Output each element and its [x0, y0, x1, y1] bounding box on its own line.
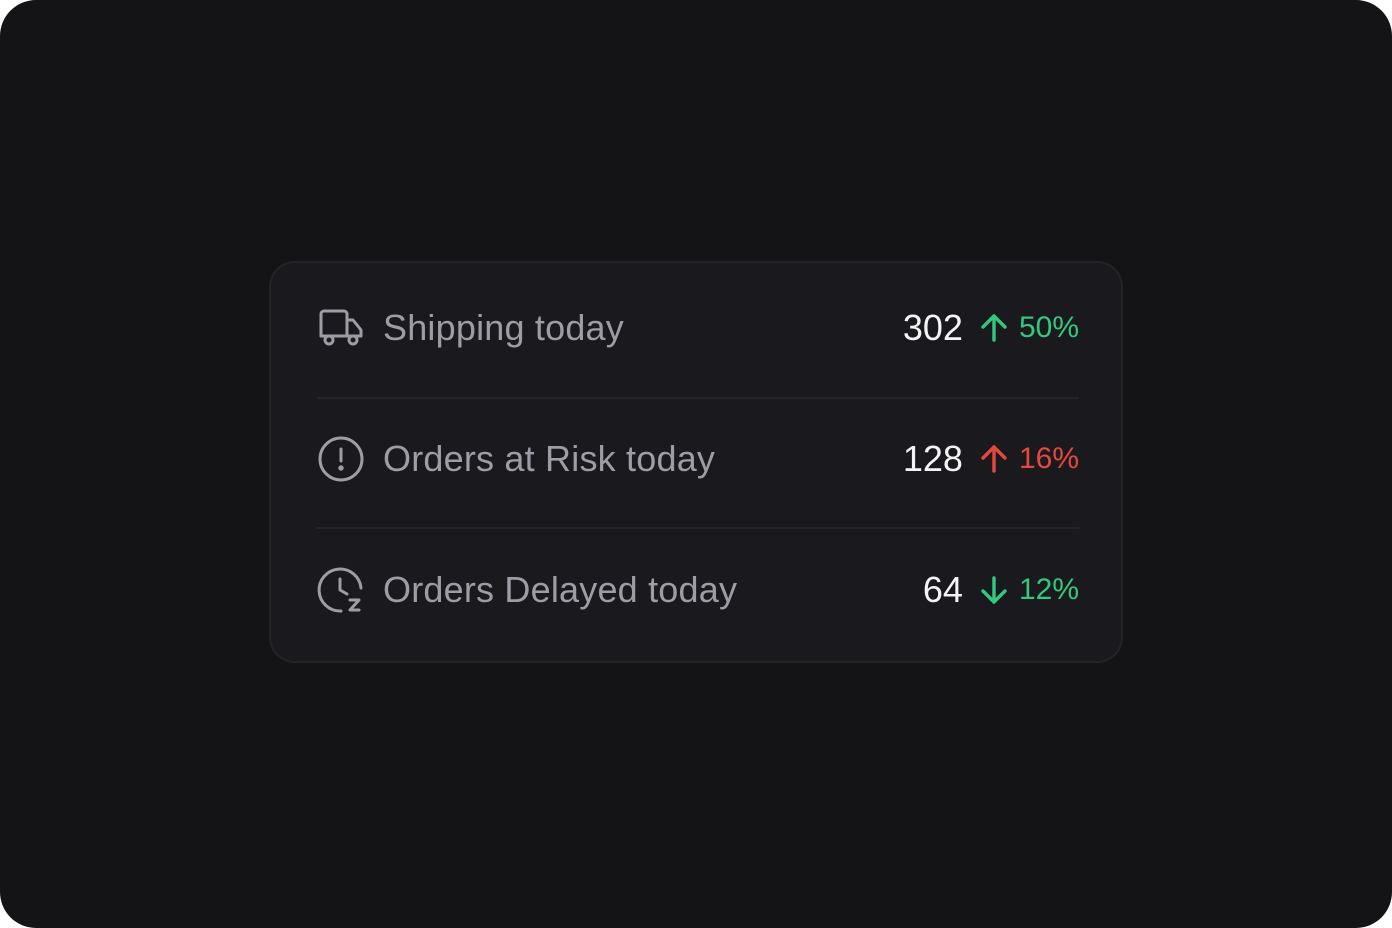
metrics-card: Shipping today 302 50% Orders at Risk to…: [269, 261, 1123, 663]
app-background: Shipping today 302 50% Orders at Risk to…: [0, 0, 1392, 928]
metric-change: 50%: [1018, 311, 1079, 344]
metric-value: 128: [902, 438, 963, 479]
metric-row-orders-at-risk[interactable]: Orders at Risk today 128 16%: [317, 394, 1079, 524]
metric-label: Orders at Risk today: [383, 438, 716, 479]
metric-row-orders-delayed[interactable]: Orders Delayed today 64 12%: [317, 525, 1079, 655]
metric-value: 302: [902, 307, 963, 348]
metric-value-group: 128 16%: [903, 438, 1079, 480]
alert-circle-icon: [317, 435, 365, 483]
arrow-down-icon: [977, 573, 1011, 607]
metric-value-group: 64 12%: [923, 569, 1079, 611]
metric-value: 64: [922, 569, 963, 610]
arrow-up-icon: [977, 442, 1011, 476]
metric-change: 12%: [1018, 573, 1079, 606]
metric-row-shipping[interactable]: Shipping today 302 50%: [317, 263, 1079, 393]
arrow-up-icon: [977, 311, 1011, 345]
metric-change: 16%: [1018, 442, 1079, 475]
metric-value-group: 302 50%: [903, 307, 1079, 349]
metric-label: Orders Delayed today: [383, 569, 738, 610]
metric-label: Shipping today: [383, 307, 624, 348]
truck-icon: [317, 304, 365, 352]
clock-snooze-icon: [317, 566, 365, 614]
